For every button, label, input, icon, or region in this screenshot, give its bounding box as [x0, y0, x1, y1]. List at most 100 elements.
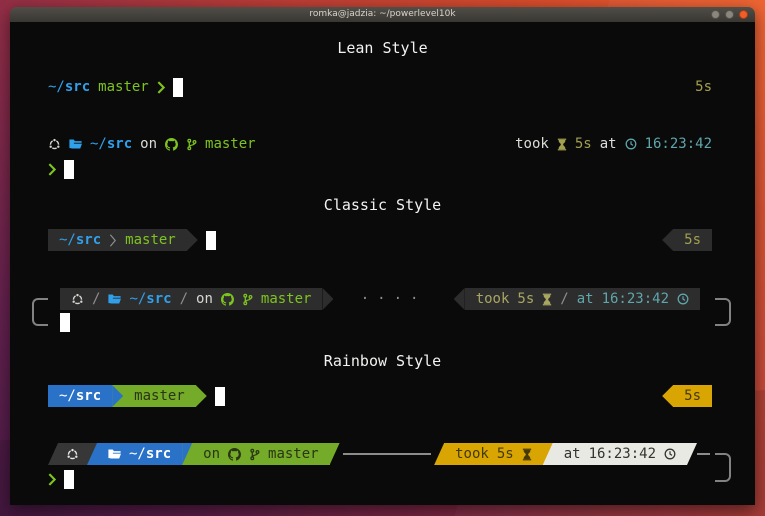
dir-path: ~/ src: [90, 136, 132, 152]
duration-value: 5s: [575, 136, 592, 152]
dir-name: src: [107, 136, 132, 152]
segment-separator: [112, 385, 123, 407]
powerline-segment: 5s: [673, 385, 712, 407]
powerline-segment: took 5s: [444, 443, 543, 465]
dir-prefix: ~/: [59, 388, 76, 404]
time-value: 16:23:42: [602, 291, 669, 307]
close-button[interactable]: [739, 10, 748, 19]
prompt-right: 5s: [662, 385, 712, 407]
git-branch-name: master: [261, 291, 312, 307]
powerline-segment: ~/ src master: [48, 229, 187, 251]
block-cursor: [215, 387, 225, 406]
time-value: 16:23:42: [645, 136, 712, 152]
clock-icon: [625, 138, 637, 150]
powerline-segment: on master: [192, 443, 329, 465]
segment-slant-end: [330, 443, 340, 465]
duration-value: 5s: [497, 446, 514, 462]
dir-prefix: ~/: [48, 79, 65, 95]
dir-path: ~/ src: [129, 446, 171, 462]
rainbow-prompt-2-line-1: ~/ src on master took 5s: [48, 443, 710, 465]
dir-path: ~/ src: [129, 291, 171, 307]
folder-icon: [108, 293, 121, 305]
dir-name: src: [65, 79, 90, 95]
dir-name: src: [76, 232, 101, 248]
duration-value: 5s: [684, 232, 701, 248]
time-value: 16:23:42: [589, 446, 656, 462]
git-branch-name: master: [205, 136, 256, 152]
on-label: on: [203, 446, 220, 462]
dir-prefix: ~/: [90, 136, 107, 152]
took-label: took: [515, 136, 549, 152]
duration-value: 5s: [684, 388, 701, 404]
section-heading-rainbow: Rainbow Style: [10, 350, 755, 372]
terminal-screen[interactable]: Lean Style ~/ src master 5s: [10, 22, 755, 505]
folder-icon: [108, 448, 121, 460]
block-cursor: [206, 231, 216, 250]
connector-line: [697, 453, 710, 455]
dir-prefix: ~/: [59, 232, 76, 248]
dir-prefix: ~/: [129, 291, 146, 307]
dir-path: ~/ src: [59, 232, 101, 248]
powerline-arrow: [196, 385, 207, 407]
lean-prompt-2-line-1: ~/ src on master took 5s at: [48, 133, 712, 155]
segment-separator: [87, 443, 97, 465]
window-titlebar[interactable]: romka@jadzia: ~/powerlevel10k: [10, 7, 755, 23]
classic-prompt-1: ~/ src master 5s: [48, 229, 712, 251]
prompt-chevron-icon: [157, 81, 165, 94]
hourglass-icon: [522, 448, 532, 461]
prompt-left: / ~/ src / on maste: [60, 288, 333, 310]
thin-separator-icon: [109, 233, 117, 248]
slash-separator: /: [560, 291, 568, 307]
dir-path: ~/ src: [59, 388, 101, 404]
segment-slant-start: [434, 443, 444, 465]
lean-prompt-2-line-2: [48, 158, 74, 180]
minimize-button[interactable]: [711, 10, 720, 19]
rainbow-prompt-1: ~/ src master 5s: [48, 385, 712, 407]
classic-prompt-2-line-1: / ~/ src / on maste: [60, 288, 700, 310]
prompt-right: took 5s at 16:23:42: [515, 136, 712, 152]
git-branch-icon: [249, 448, 260, 461]
dir-prefix: ~/: [129, 446, 146, 462]
heading-label: Classic Style: [324, 196, 441, 214]
dir-name: src: [146, 446, 171, 462]
maximize-button[interactable]: [725, 10, 734, 19]
terminal-window: romka@jadzia: ~/powerlevel10k Lean Style…: [10, 7, 755, 505]
prompt-frame-bracket-right: [715, 453, 731, 482]
git-branch-name: master: [125, 232, 176, 248]
powerline-segment: ~/ src: [48, 385, 112, 407]
clock-icon: [664, 448, 676, 460]
prompt-chevron-icon: [48, 473, 56, 486]
on-label: on: [140, 136, 157, 152]
block-cursor: [60, 313, 70, 332]
powerline-segment: ~/ src: [97, 443, 182, 465]
segment-slant-end: [687, 443, 697, 465]
at-label: at: [577, 291, 594, 307]
powerline-arrow: [662, 229, 673, 251]
powerline-segment: [58, 443, 87, 465]
powerline-segment: 5s: [673, 229, 712, 251]
window-title: romka@jadzia: ~/powerlevel10k: [10, 7, 755, 22]
clock-icon: [677, 293, 689, 305]
lean-prompt-1: ~/ src master 5s: [48, 76, 712, 98]
prompt-right: took 5s / at 16:23:42: [454, 288, 700, 310]
section-heading-lean: Lean Style: [10, 37, 755, 59]
git-branch-icon: [186, 138, 197, 151]
prompt-right: 5s: [662, 229, 712, 251]
github-icon: [221, 293, 234, 306]
segment-separator: [182, 443, 192, 465]
ubuntu-logo-icon: [66, 448, 79, 461]
section-heading-classic: Classic Style: [10, 194, 755, 216]
prompt-frame-bracket-right: [715, 298, 731, 326]
took-label: took: [476, 291, 510, 307]
dir-path: ~/ src: [48, 79, 90, 95]
powerline-arrow: [454, 288, 465, 310]
prompt-chevron-icon: [48, 163, 56, 176]
block-cursor: [64, 160, 74, 179]
segment-separator: [543, 443, 553, 465]
slash-separator: /: [92, 291, 100, 307]
git-branch-name: master: [268, 446, 319, 462]
classic-prompt-2-line-2: [60, 311, 70, 333]
connector: ····: [333, 291, 453, 307]
duration-value: 5s: [517, 291, 534, 307]
git-branch-name: master: [98, 79, 149, 95]
